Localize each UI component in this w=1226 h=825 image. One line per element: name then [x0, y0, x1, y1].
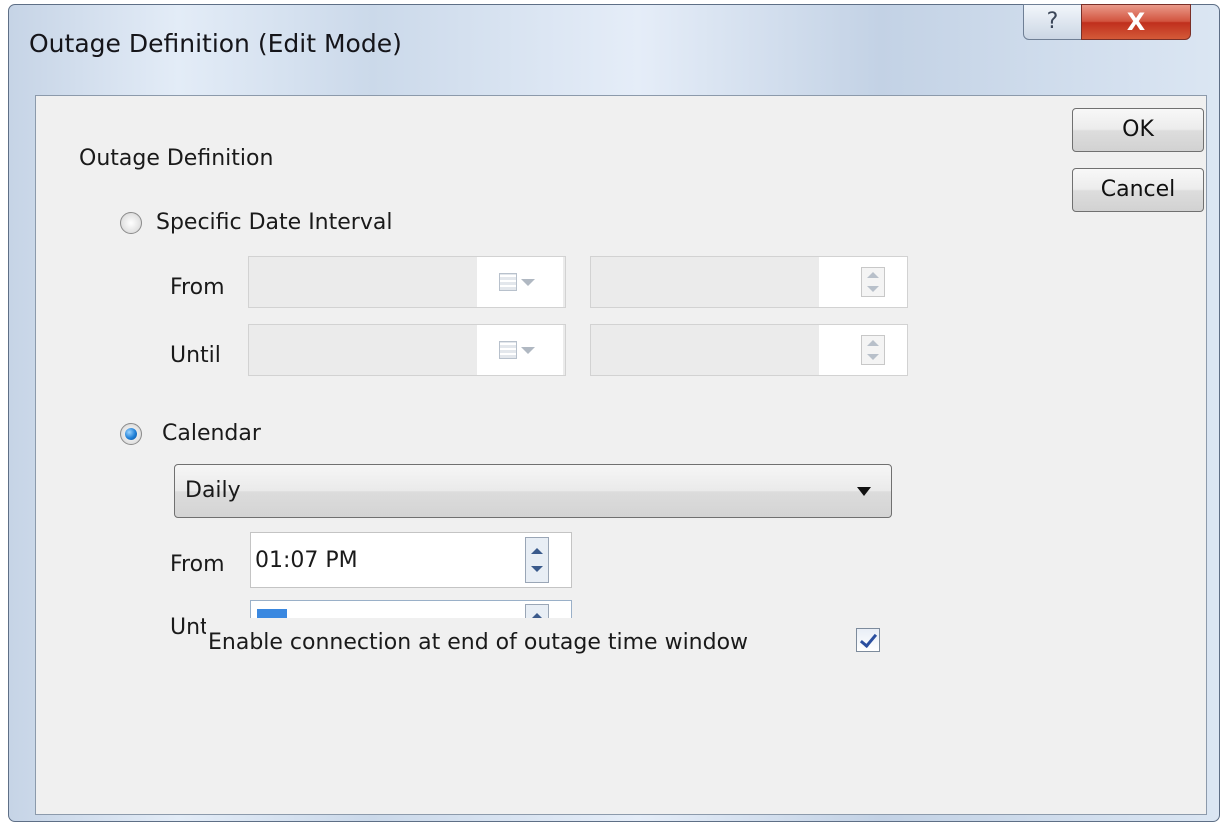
enable-connection-label: Enable connection at end of outage time … — [208, 630, 749, 655]
calendar-radio[interactable] — [120, 423, 142, 445]
spinner-up-icon — [531, 613, 543, 618]
time-spinner[interactable] — [861, 335, 885, 365]
from-time-value: 01:07 PM — [255, 548, 358, 573]
dialog-window: Outage Definition (Edit Mode) ? X OK Can… — [8, 4, 1220, 822]
time-spinner[interactable] — [525, 537, 549, 583]
specific-from-label: From — [170, 275, 225, 300]
calendar-icon — [499, 273, 517, 291]
spinner-up-icon — [531, 548, 543, 554]
spinner-down-icon — [867, 354, 879, 360]
group-label: Outage Definition — [79, 146, 274, 171]
chevron-down-icon — [521, 347, 535, 354]
specific-until-time-field[interactable] — [590, 324, 908, 376]
enable-connection-checkbox[interactable] — [856, 628, 880, 652]
close-button[interactable]: X — [1081, 4, 1191, 40]
selection-highlight — [257, 609, 287, 618]
specific-from-time-field[interactable] — [590, 256, 908, 308]
help-icon: ? — [1046, 9, 1059, 34]
specific-until-date-picker[interactable] — [248, 324, 566, 376]
chevron-down-icon — [857, 487, 871, 496]
time-spinner[interactable] — [861, 267, 885, 297]
spinner-up-icon — [867, 340, 879, 346]
calendar-from-time-field[interactable]: 01:07 PM — [250, 532, 572, 588]
window-title: Outage Definition (Edit Mode) — [29, 29, 402, 58]
spinner-up-icon — [867, 272, 879, 278]
dialog-client-area: OK Cancel Outage Definition Specific Dat… — [35, 95, 1207, 815]
calendar-until-label: Unt — [170, 615, 206, 640]
calendar-until-time-field[interactable] — [250, 600, 572, 618]
ok-button[interactable]: OK — [1072, 108, 1204, 152]
specific-from-date-picker[interactable] — [248, 256, 566, 308]
specific-until-label: Until — [170, 343, 221, 368]
specific-date-interval-radio[interactable] — [120, 212, 142, 234]
spinner-down-icon — [531, 566, 543, 572]
time-spinner[interactable] — [525, 604, 549, 618]
help-button[interactable]: ? — [1023, 4, 1082, 40]
calendar-label: Calendar — [162, 421, 261, 446]
calendar-icon — [499, 341, 517, 359]
specific-date-interval-label: Specific Date Interval — [156, 210, 393, 235]
close-icon: X — [1126, 8, 1146, 36]
frequency-value: Daily — [185, 478, 241, 503]
cancel-button[interactable]: Cancel — [1072, 168, 1204, 212]
spinner-down-icon — [867, 286, 879, 292]
chevron-down-icon — [521, 279, 535, 286]
frequency-dropdown[interactable]: Daily — [174, 464, 892, 518]
calendar-from-label: From — [170, 552, 225, 577]
